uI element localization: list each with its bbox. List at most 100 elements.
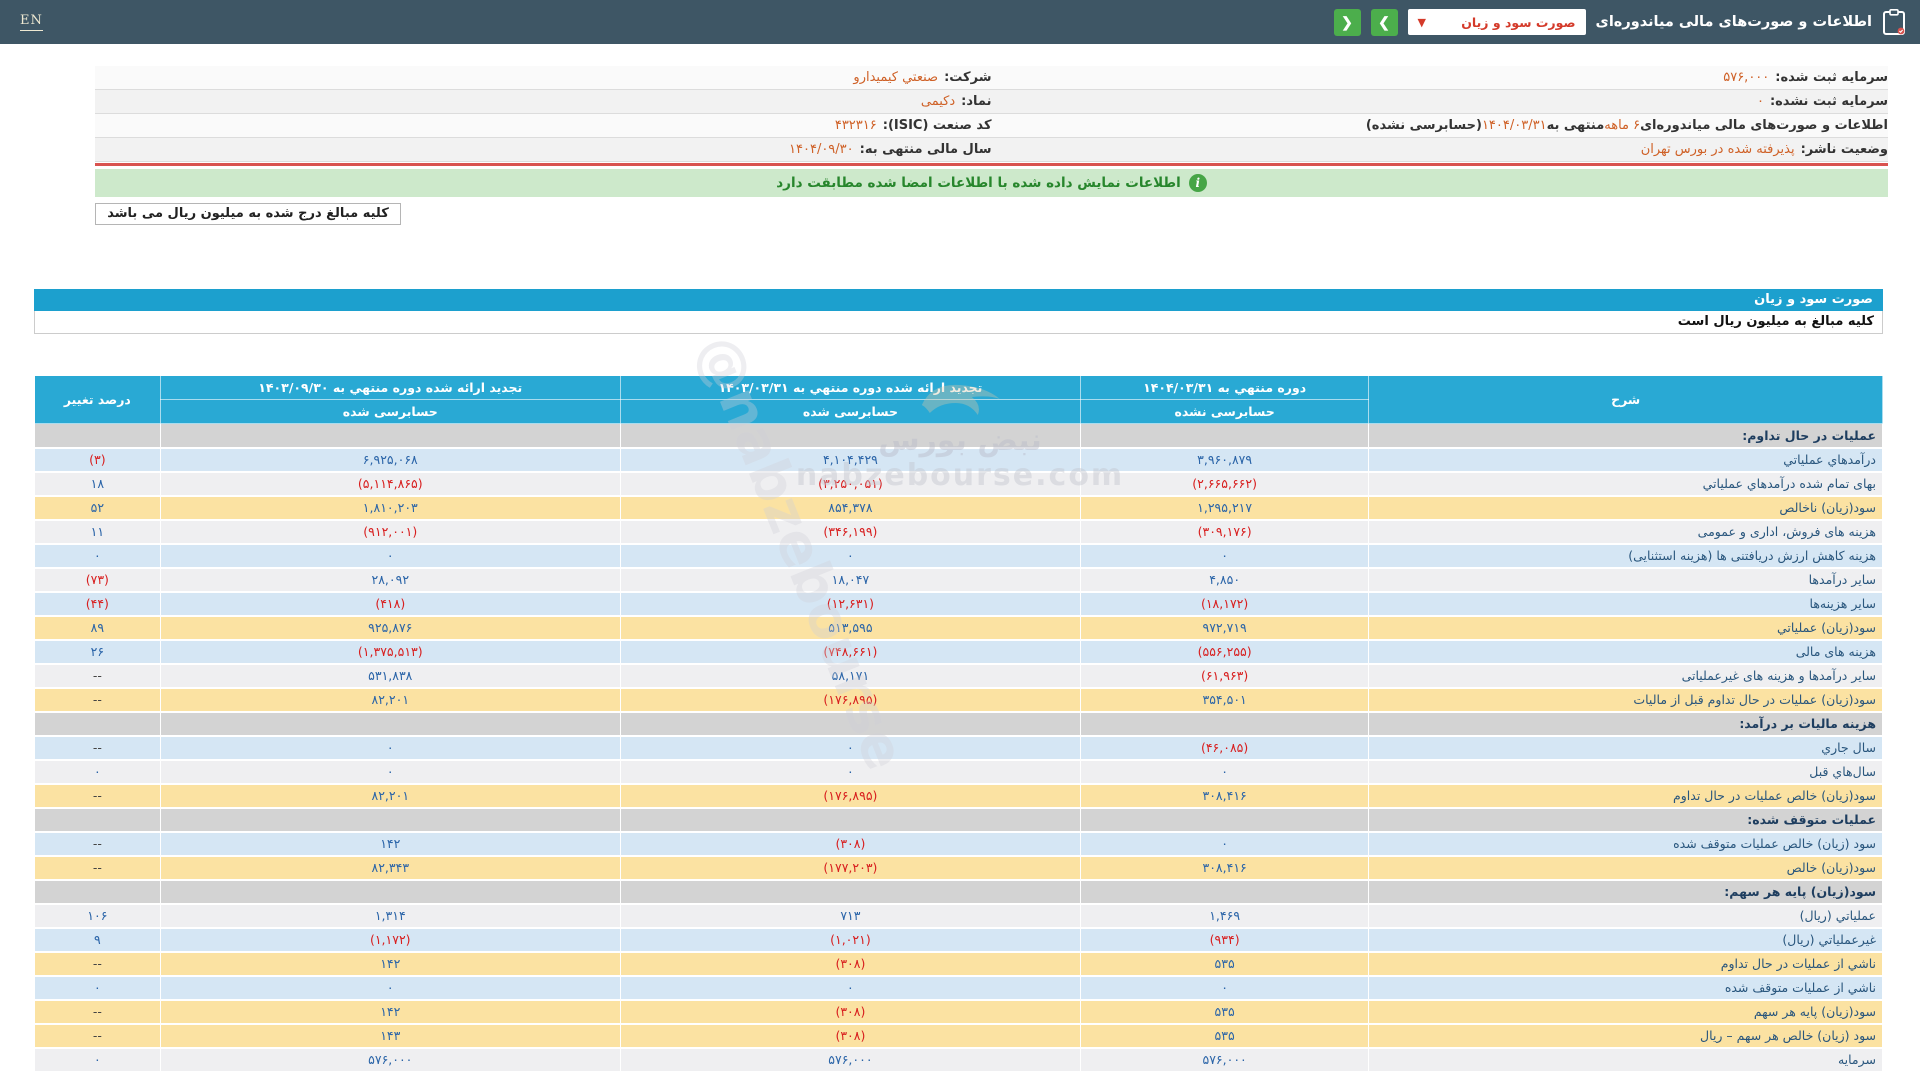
row-label: سود(زیان) ناخالص bbox=[1368, 495, 1883, 521]
statement-unit-note: کلیه مبالغ به میلیون ریال است bbox=[34, 311, 1883, 334]
table-row: سود(زیان) پایه هر سهم ۵۳۵ (۳۰۸) ۱۴۲ -- bbox=[34, 999, 1883, 1025]
value-current: ۳۵۴,۵۰۱ bbox=[1079, 687, 1370, 713]
row-label: سود(زیان) خالص عملیات در حال تداوم bbox=[1368, 783, 1883, 809]
report-period-line: اطلاعات و صورت‌های مالی میاندوره‌ای ۶ ما… bbox=[992, 114, 1888, 137]
report-type-select[interactable]: صورت سود و زیان ▼ bbox=[1407, 9, 1586, 35]
field-label: سرمایه ثبت نشده: bbox=[1769, 94, 1888, 109]
value-current: ۱,۲۹۵,۲۱۷ bbox=[1079, 495, 1370, 521]
chevron-down-icon: ▼ bbox=[1417, 15, 1427, 29]
field-label: نماد: bbox=[961, 94, 992, 109]
value-restated-quarter: (۳۰۸) bbox=[619, 1023, 1081, 1049]
value-current: ۰ bbox=[1079, 831, 1370, 857]
value-restated-quarter: ۱۸,۰۴۷ bbox=[619, 567, 1081, 593]
value-current: (۲,۶۶۵,۶۶۲) bbox=[1079, 471, 1370, 497]
row-label: سود(زیان) پایه هر سهم: bbox=[1368, 879, 1883, 905]
field-label: سرمایه ثبت شده: bbox=[1775, 70, 1888, 85]
row-label: هزینه های فروش، اداری و عمومی bbox=[1368, 519, 1883, 545]
section-row: هزینه مالیات بر درآمد: bbox=[34, 711, 1883, 737]
value-current: ۵۳۵ bbox=[1079, 951, 1370, 977]
value-restated-quarter: (۱۷۷,۲۰۳) bbox=[619, 855, 1081, 881]
value-percent-change: (۳) bbox=[34, 447, 161, 473]
row-label: سایر هزینه‌ها bbox=[1368, 591, 1883, 617]
value-percent-change: ۲۶ bbox=[34, 639, 161, 665]
field-label: کد صنعت (ISIC): bbox=[882, 118, 992, 133]
value-current: ۴,۸۵۰ bbox=[1079, 567, 1370, 593]
company-name: شرکت: صنعتي کیمیدارو bbox=[95, 66, 991, 89]
period-length: ۶ ماهه bbox=[1604, 118, 1641, 133]
table-row: ناشي از عملیات در حال تداوم ۵۳۵ (۳۰۸) ۱۴۲ -- bbox=[34, 951, 1883, 977]
next-report-button[interactable]: ❯ bbox=[1370, 8, 1398, 36]
col-subheader-audited: حسابرسی شده bbox=[159, 399, 621, 424]
table-row: هزینه های فروش، اداری و عمومی (۳۰۹,۱۷۶) (۳… bbox=[34, 519, 1883, 545]
company-info-row: اطلاعات و صورت‌های مالی میاندوره‌ای ۶ ما… bbox=[95, 114, 1888, 138]
top-bar-right: اطلاعات و صورت‌های مالی میاندوره‌ای صورت… bbox=[1333, 8, 1906, 36]
row-label: سود(زیان) عملیاتي bbox=[1368, 615, 1883, 641]
value-restated-year: ۰ bbox=[159, 975, 621, 1001]
value-restated-quarter bbox=[619, 807, 1081, 833]
value-restated-year: ۰ bbox=[159, 735, 621, 761]
value-current: (۳۰۹,۱۷۶) bbox=[1079, 519, 1370, 545]
million-rial-note: کلیه مبالغ درج شده به میلیون ریال می باش… bbox=[95, 203, 401, 225]
value-percent-change: ۸۹ bbox=[34, 615, 161, 641]
field-value: ۵۷۶,۰۰۰ bbox=[1723, 70, 1770, 85]
value-current: (۵۵۶,۲۵۵) bbox=[1079, 639, 1370, 665]
value-restated-year: ۸۲,۳۴۳ bbox=[159, 855, 621, 881]
unregistered-capital: سرمایه ثبت نشده: ۰ bbox=[992, 90, 1888, 113]
value-percent-change: ۰ bbox=[34, 1047, 161, 1073]
field-value: دکیمی bbox=[920, 94, 956, 109]
row-label: سایر درآمدها و هزینه های غیرعملیاتی bbox=[1368, 663, 1883, 689]
table-row: سایر هزینه‌ها (۱۸,۱۷۲) (۱۲,۶۳۱) (۴۱۸) (۴۴) bbox=[34, 591, 1883, 617]
value-restated-quarter: (۱۷۶,۸۹۵) bbox=[619, 687, 1081, 713]
value-current: ۹۷۲,۷۱۹ bbox=[1079, 615, 1370, 641]
value-percent-change: -- bbox=[34, 1023, 161, 1049]
value-restated-year: ۰ bbox=[159, 543, 621, 569]
value-restated-year: (۱,۱۷۲) bbox=[159, 927, 621, 953]
value-restated-quarter: ۰ bbox=[619, 543, 1081, 569]
value-percent-change: (۴۴) bbox=[34, 591, 161, 617]
language-switch-link[interactable]: EN bbox=[20, 13, 43, 31]
col-header-restated-quarter: تجدید ارائه شده دوره منتهي به ۱۴۰۳/۰۳/۳۱ bbox=[619, 375, 1081, 400]
table-row: سود(زیان) عملیات در حال تداوم قبل از مال… bbox=[34, 687, 1883, 713]
value-restated-quarter: (۳۰۸) bbox=[619, 951, 1081, 977]
banner-text: اطلاعات نمایش داده شده با اطلاعات امضا ش… bbox=[776, 175, 1181, 191]
signature-match-banner: i اطلاعات نمایش داده شده با اطلاعات امضا… bbox=[95, 169, 1888, 197]
value-restated-quarter: ۵۷۶,۰۰۰ bbox=[619, 1047, 1081, 1073]
field-label: وضعیت ناشر: bbox=[1800, 142, 1888, 157]
value-percent-change: (۷۳) bbox=[34, 567, 161, 593]
value-restated-year: ۸۲,۲۰۱ bbox=[159, 687, 621, 713]
statement-table-body: عملیات در حال تداوم: درآمدهاي عملياتي ۳,۹۶… bbox=[34, 423, 1883, 1073]
value-restated-quarter: ۵۸,۱۷۱ bbox=[619, 663, 1081, 689]
value-restated-year bbox=[159, 711, 621, 737]
value-restated-quarter: ۴,۱۰۴,۴۲۹ bbox=[619, 447, 1081, 473]
row-label: سود(زیان) پایه هر سهم bbox=[1368, 999, 1883, 1025]
row-label: هزینه کاهش ارزش دریافتنی ها (هزینه استثن… bbox=[1368, 543, 1883, 569]
value-current: ۳۰۸,۴۱۶ bbox=[1079, 783, 1370, 809]
table-row: هزینه کاهش ارزش دریافتنی ها (هزینه استثن… bbox=[34, 543, 1883, 569]
col-header-restated-year: تجدید ارائه شده دوره منتهي به ۱۴۰۳/۰۹/۳۰ bbox=[159, 375, 621, 400]
section-row: عملیات در حال تداوم: bbox=[34, 423, 1883, 449]
value-current: (۱۸,۱۷۲) bbox=[1079, 591, 1370, 617]
value-percent-change bbox=[34, 879, 161, 905]
col-header-current-period: دوره منتهي به ۱۴۰۴/۰۳/۳۱ bbox=[1079, 375, 1370, 400]
row-label: غیرعملیاتي (ریال) bbox=[1368, 927, 1883, 953]
row-label: درآمدهاي عملياتي bbox=[1368, 447, 1883, 473]
company-info-row: سرمایه ثبت شده: ۵۷۶,۰۰۰ شرکت: صنعتي کیمی… bbox=[95, 66, 1888, 90]
value-restated-quarter: (۳۰۸) bbox=[619, 831, 1081, 857]
value-percent-change bbox=[34, 807, 161, 833]
col-header-description: شرح bbox=[1368, 375, 1883, 424]
value-restated-quarter: (۳۴۶,۱۹۹) bbox=[619, 519, 1081, 545]
value-restated-year: (۹۱۲,۰۰۱) bbox=[159, 519, 621, 545]
divider bbox=[95, 163, 1888, 166]
income-statement-table: شرح دوره منتهي به ۱۴۰۴/۰۳/۳۱ تجدید ارائه… bbox=[34, 375, 1883, 1073]
value-restated-quarter bbox=[619, 711, 1081, 737]
prev-report-button[interactable]: ❮ bbox=[1333, 8, 1361, 36]
value-current: ۰ bbox=[1079, 759, 1370, 785]
value-restated-year: ۱۴۲ bbox=[159, 951, 621, 977]
top-bar: اطلاعات و صورت‌های مالی میاندوره‌ای صورت… bbox=[0, 0, 1920, 44]
value-current: ۳۰۸,۴۱۶ bbox=[1079, 855, 1370, 881]
row-label: سود(زیان) عملیات در حال تداوم قبل از مال… bbox=[1368, 687, 1883, 713]
row-label: ناشي از عملیات در حال تداوم bbox=[1368, 951, 1883, 977]
value-percent-change bbox=[34, 423, 161, 449]
value-percent-change: ۰ bbox=[34, 975, 161, 1001]
value-restated-year: (۱,۳۷۵,۵۱۳) bbox=[159, 639, 621, 665]
